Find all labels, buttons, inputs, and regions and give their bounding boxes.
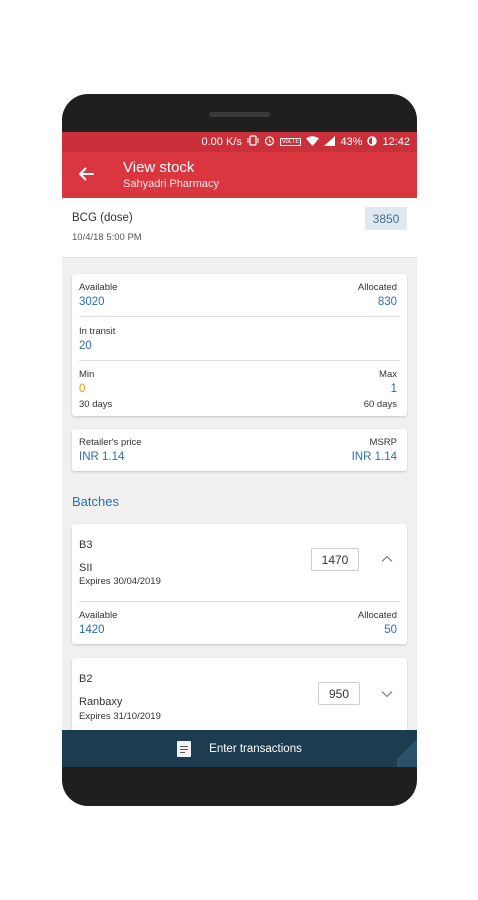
page-subtitle: Sahyadri Pharmacy (123, 178, 219, 190)
phone-frame: 0.00 K/s VoLTE 43% 12:42 View stock Sahy… (62, 94, 417, 806)
chevron-up-icon[interactable] (380, 554, 394, 564)
phone-speaker (209, 112, 270, 117)
batch-id: B3 (79, 539, 93, 551)
in-transit-value: 20 (79, 340, 92, 352)
retailer-price-value: INR 1.14 (79, 451, 125, 463)
document-icon (177, 740, 192, 757)
allocated-value: 830 (377, 296, 397, 308)
batch-allocated-label: Allocated (357, 610, 397, 621)
wifi-icon (306, 135, 320, 149)
batch-expiry: Expires 31/10/2019 (79, 711, 161, 722)
divider (79, 316, 400, 317)
vibrate-icon (247, 135, 259, 149)
batch-card[interactable]: B2 Ranbaxy Expires 31/10/2019 950 (72, 658, 407, 738)
divider (79, 601, 400, 602)
min-days: 30 days (79, 399, 113, 410)
batch-allocated-value: 50 (384, 624, 397, 636)
batch-quantity: 950 (318, 682, 360, 705)
allocated-label: Allocated (357, 282, 397, 293)
status-bar: 0.00 K/s VoLTE 43% 12:42 (62, 132, 417, 152)
stock-card: Available 3020 Allocated 830 In transit … (72, 274, 407, 416)
max-value: 1 (390, 383, 397, 395)
min-label: Min (79, 369, 95, 380)
page-title: View stock (123, 159, 195, 176)
in-transit-label: In transit (79, 326, 116, 337)
batch-id: B2 (79, 673, 93, 685)
batch-quantity: 1470 (311, 548, 359, 571)
batch-manufacturer: Ranbaxy (79, 696, 123, 708)
batch-manufacturer: SII (79, 562, 93, 574)
chevron-down-icon[interactable] (380, 689, 394, 699)
price-card: Retailer's price INR 1.14 MSRP INR 1.14 (72, 429, 407, 471)
item-name: BCG (dose) (72, 212, 133, 224)
batch-expiry: Expires 30/04/2019 (79, 576, 161, 587)
back-button[interactable] (74, 162, 98, 186)
item-header: BCG (dose) 10/4/18 5:00 PM 3850 (62, 198, 417, 258)
min-value: 0 (79, 383, 86, 395)
signal-icon (324, 135, 336, 149)
battery-icon (367, 135, 378, 149)
batches-heading: Batches (72, 494, 119, 509)
volte-badge: VoLTE (279, 138, 302, 146)
enter-transactions-button[interactable]: Enter transactions (62, 730, 417, 767)
app-toolbar: View stock Sahyadri Pharmacy (62, 152, 417, 198)
divider (79, 360, 400, 361)
bar-corner-decoration (397, 730, 417, 767)
retailer-price-label: Retailer's price (79, 437, 142, 448)
msrp-value: INR 1.14 (351, 451, 397, 463)
available-value: 3020 (79, 296, 105, 308)
network-speed: 0.00 K/s (201, 136, 242, 148)
max-days: 60 days (363, 399, 397, 410)
max-label: Max (379, 369, 397, 380)
item-quantity-badge: 3850 (365, 207, 407, 230)
item-date: 10/4/18 5:00 PM (72, 232, 142, 243)
app-screen: 0.00 K/s VoLTE 43% 12:42 View stock Sahy… (62, 132, 417, 767)
batch-card[interactable]: B3 SII Expires 30/04/2019 1470 Available… (72, 524, 407, 644)
enter-transactions-label: Enter transactions (209, 742, 302, 755)
clock: 12:42 (382, 136, 410, 148)
alarm-icon (264, 135, 275, 149)
available-label: Available (79, 282, 118, 293)
batch-available-label: Available (79, 610, 118, 621)
toolbar-titles: View stock Sahyadri Pharmacy (123, 158, 219, 191)
msrp-label: MSRP (369, 437, 397, 448)
battery-percent: 43% (340, 136, 363, 148)
batch-available-value: 1420 (79, 624, 105, 636)
arrow-left-icon (79, 167, 94, 181)
